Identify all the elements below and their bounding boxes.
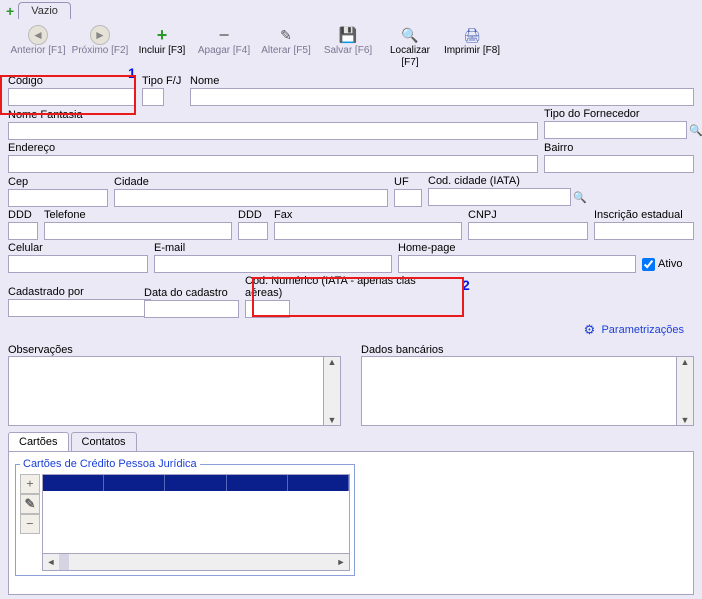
search-icon: 🔍 [401, 27, 418, 44]
homepage-label: Home-page [398, 242, 636, 254]
toolbar-save: 💾 Salvar [F6] [318, 23, 378, 59]
codigo-label: Código [8, 75, 136, 87]
scrollbar[interactable]: ▲▼ [677, 356, 694, 426]
grid-edit-button[interactable]: ✎ [20, 494, 40, 514]
toolbar-delete: − Apagar [F4] [194, 23, 254, 59]
print-icon: 🖨 [463, 27, 481, 44]
datacadastro-label: Data do cadastro [144, 287, 239, 299]
celular-label: Celular [8, 242, 148, 254]
callout-two: 2 [462, 277, 470, 293]
cadastradopor-input[interactable] [8, 299, 151, 317]
codnumericoiata-input[interactable] [245, 300, 290, 318]
observacoes-label: Observações [8, 344, 341, 356]
tab-panel: Cartões de Crédito Pessoa Jurídica + ✎ −… [8, 452, 694, 595]
grid-remove-button[interactable]: − [20, 514, 40, 534]
tipofj-input[interactable] [142, 88, 164, 106]
tab-cartoes[interactable]: Cartões [8, 432, 69, 451]
codcidadeiata-input[interactable] [428, 188, 571, 206]
celular-input[interactable] [8, 255, 148, 273]
window-tab[interactable]: Vazio [18, 2, 71, 19]
callout-one: 1 [128, 65, 136, 81]
inscest-label: Inscrição estadual [594, 209, 694, 221]
homepage-input[interactable] [398, 255, 636, 273]
codcidadeiata-label: Cod. cidade (IATA) [428, 175, 538, 187]
scrollbar[interactable]: ▲▼ [324, 356, 341, 426]
ddd2-label: DDD [238, 209, 268, 221]
uf-input[interactable] [394, 189, 422, 207]
ddd2-input[interactable] [238, 222, 268, 240]
ddd1-label: DDD [8, 209, 38, 221]
cnpj-label: CNPJ [468, 209, 588, 221]
cep-input[interactable] [8, 189, 108, 207]
fax-label: Fax [274, 209, 462, 221]
uf-label: UF [394, 176, 422, 188]
cnpj-input[interactable] [468, 222, 588, 240]
plus-icon: + [157, 25, 168, 46]
toolbar-print[interactable]: 🖨 Imprimir [F8] [442, 23, 502, 59]
ativo-label: Ativo [658, 258, 682, 270]
cep-label: Cep [8, 176, 108, 188]
minus-icon: − [219, 25, 230, 46]
nome-input[interactable] [190, 88, 694, 106]
toolbar-next: ► Próximo [F2] [70, 23, 130, 59]
dadosbancarios-textarea[interactable] [361, 356, 677, 426]
tab-contatos[interactable]: Contatos [71, 432, 137, 451]
nomefantasia-input[interactable] [8, 122, 538, 140]
arrow-left-icon: ◄ [28, 25, 48, 45]
save-icon: 💾 [339, 26, 358, 44]
inscest-input[interactable] [594, 222, 694, 240]
new-tab-plus-icon[interactable]: + [6, 3, 14, 19]
fax-input[interactable] [274, 222, 462, 240]
toolbar: ◄ Anterior [F1] ► Próximo [F2] + Incluir… [0, 19, 702, 73]
nomefantasia-label: Nome Fantasia [8, 109, 538, 121]
cidade-label: Cidade [114, 176, 388, 188]
endereco-label: Endereço [8, 142, 538, 154]
codnumericoiata-label: Cod. Numérico (IATA - apenas cias aéreas… [245, 275, 450, 299]
cartoes-groupbox: Cartões de Crédito Pessoa Jurídica + ✎ −… [15, 458, 355, 576]
arrow-right-icon: ► [90, 25, 110, 45]
tipofornecedor-label: Tipo do Fornecedor [544, 108, 694, 120]
codigo-input[interactable] [8, 88, 136, 106]
cadastradopor-label: Cadastrado por [8, 286, 138, 298]
bairro-input[interactable] [544, 155, 694, 173]
email-input[interactable] [154, 255, 392, 273]
toolbar-edit: ✎ Alterar [F5] [256, 23, 316, 59]
telefone-label: Telefone [44, 209, 232, 221]
horizontal-scrollbar[interactable]: ◄► [42, 554, 350, 571]
ativo-checkbox[interactable] [642, 258, 655, 271]
datacadastro-input[interactable] [144, 300, 239, 318]
cartoes-legend: Cartões de Crédito Pessoa Jurídica [20, 458, 200, 470]
telefone-input[interactable] [44, 222, 232, 240]
bairro-label: Bairro [544, 142, 694, 154]
nome-label: Nome [190, 75, 694, 87]
lookup-icon[interactable]: 🔍 [689, 121, 702, 139]
toolbar-previous: ◄ Anterior [F1] [8, 23, 68, 59]
lookup-icon[interactable]: 🔍 [573, 188, 587, 206]
window-tab-label: Vazio [31, 5, 58, 17]
observacoes-textarea[interactable] [8, 356, 324, 426]
toolbar-find[interactable]: 🔍 Localizar [F7] [380, 23, 440, 71]
toolbar-include[interactable]: + Incluir [F3] [132, 23, 192, 59]
tipofornecedor-input[interactable] [544, 121, 687, 139]
email-label: E-mail [154, 242, 392, 254]
cidade-input[interactable] [114, 189, 388, 207]
grid-add-button[interactable]: + [20, 474, 40, 494]
tipofj-label: Tipo F/J [142, 75, 184, 87]
cartoes-grid[interactable] [42, 474, 350, 554]
edit-icon: ✎ [280, 27, 292, 44]
endereco-input[interactable] [8, 155, 538, 173]
dadosbancarios-label: Dados bancários [361, 344, 694, 356]
gear-icon: ⚙ [581, 322, 597, 338]
ddd1-input[interactable] [8, 222, 38, 240]
parametrizacoes-link[interactable]: ⚙ Parametrizações [581, 322, 684, 338]
